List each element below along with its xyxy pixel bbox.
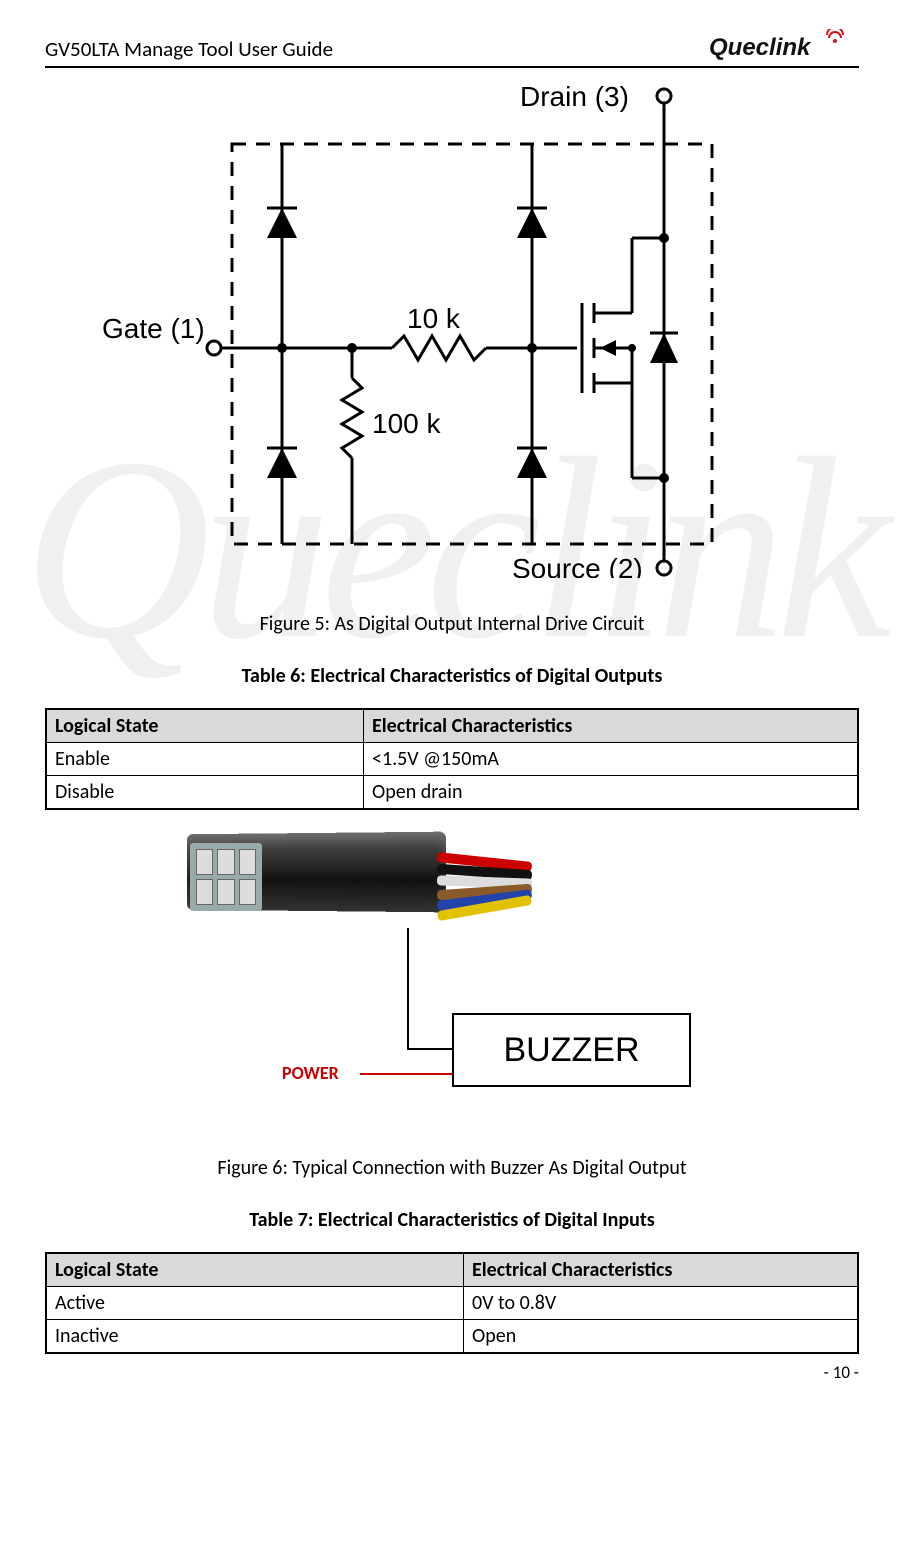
- table-cell: Enable: [46, 743, 364, 776]
- figure-6-caption: Figure 6: Typical Connection with Buzzer…: [45, 1156, 859, 1180]
- table-cell: Inactive: [46, 1320, 464, 1354]
- label-r2: 100 k: [372, 408, 441, 439]
- table-cell: <1.5V @150mA: [364, 743, 859, 776]
- wire-line: [407, 928, 409, 1048]
- table-6-title: Table 6: Electrical Characteristics of D…: [45, 664, 859, 688]
- power-label: POWER: [282, 1062, 339, 1084]
- table-cell: Disable: [46, 776, 364, 810]
- table-header: Electrical Characteristics: [464, 1253, 859, 1287]
- page-number: - 10 -: [45, 1362, 859, 1383]
- page-header: GV50LTA Manage Tool User Guide Queclink: [45, 30, 859, 68]
- page: Queclink GV50LTA Manage Tool User Guide …: [0, 0, 904, 1403]
- power-wire: [360, 1073, 452, 1075]
- header-title: GV50LTA Manage Tool User Guide: [45, 36, 333, 62]
- table-header: Electrical Characteristics: [364, 709, 859, 743]
- figure-6-diagram: BUZZER POWER: [152, 818, 752, 1128]
- figure-5-caption: Figure 5: As Digital Output Internal Dri…: [45, 612, 859, 636]
- table-row: Disable Open drain: [46, 776, 858, 810]
- table-cell: Open: [464, 1320, 859, 1354]
- table-header: Logical State: [46, 709, 364, 743]
- page-content: .wire{stroke:#000;stroke-width:3;fill:no…: [45, 78, 859, 1383]
- table-row: Active 0V to 0.8V: [46, 1287, 858, 1320]
- queclink-logo-icon: Queclink: [709, 29, 859, 63]
- connector-icon: [182, 833, 522, 953]
- table-row: Logical State Electrical Characteristics: [46, 709, 858, 743]
- figure-5-diagram: .wire{stroke:#000;stroke-width:3;fill:no…: [102, 78, 802, 584]
- table-7-title: Table 7: Electrical Characteristics of D…: [45, 1208, 859, 1232]
- table-cell: Open drain: [364, 776, 859, 810]
- table-row: Logical State Electrical Characteristics: [46, 1253, 858, 1287]
- label-gate: Gate (1): [102, 313, 205, 344]
- table-cell: Active: [46, 1287, 464, 1320]
- circuit-svg: .wire{stroke:#000;stroke-width:3;fill:no…: [102, 78, 802, 578]
- table-cell: 0V to 0.8V: [464, 1287, 859, 1320]
- label-drain: Drain (3): [520, 81, 629, 112]
- table-row: Enable <1.5V @150mA: [46, 743, 858, 776]
- wire-line: [407, 1048, 452, 1050]
- table-6: Logical State Electrical Characteristics…: [45, 708, 859, 810]
- svg-text:Queclink: Queclink: [709, 34, 812, 61]
- table-7: Logical State Electrical Characteristics…: [45, 1252, 859, 1354]
- label-r1: 10 k: [407, 303, 461, 334]
- table-header: Logical State: [46, 1253, 464, 1287]
- label-source: Source (2): [512, 553, 643, 578]
- table-row: Inactive Open: [46, 1320, 858, 1354]
- brand-logo: Queclink: [709, 30, 859, 62]
- buzzer-box: BUZZER: [452, 1013, 691, 1087]
